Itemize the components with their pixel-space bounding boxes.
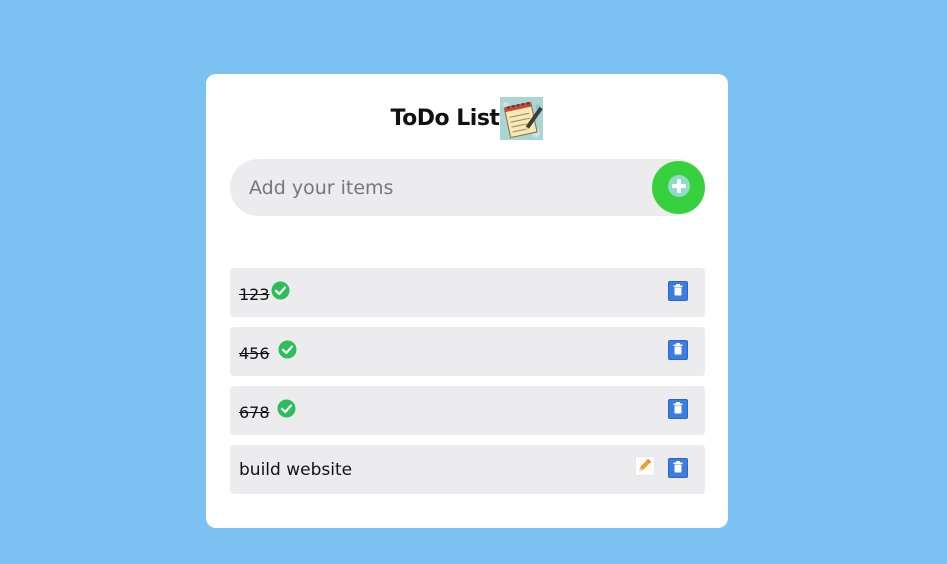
check-circle-icon xyxy=(271,281,290,300)
list-item: 678 xyxy=(230,386,705,435)
delete-item-button[interactable] xyxy=(668,340,688,360)
delete-item-button[interactable] xyxy=(668,281,688,301)
add-item-button[interactable] xyxy=(652,161,705,214)
delete-item-button[interactable] xyxy=(668,458,688,478)
item-text: build website xyxy=(239,460,353,480)
trash-icon xyxy=(673,401,683,417)
plus-circle-icon xyxy=(667,174,691,201)
delete-item-button[interactable] xyxy=(668,399,688,419)
edit-item-button[interactable] xyxy=(635,456,655,476)
add-item-input[interactable] xyxy=(230,159,650,216)
add-item-bar xyxy=(230,159,705,216)
check-circle-icon xyxy=(277,399,296,418)
pencil-icon xyxy=(638,458,652,475)
page-title: ToDo List xyxy=(390,105,500,131)
header: ToDo List xyxy=(206,96,728,140)
item-text: 123 xyxy=(239,285,270,304)
item-text: 456 xyxy=(239,344,270,363)
item-text: 678 xyxy=(239,403,270,422)
trash-icon xyxy=(673,460,683,476)
trash-icon xyxy=(673,342,683,358)
notepad-icon xyxy=(500,96,544,140)
trash-icon xyxy=(673,283,683,299)
todo-card: ToDo List Add your items 123 456 678 bui… xyxy=(206,74,728,528)
list-item: 456 xyxy=(230,327,705,376)
list-item: 123 xyxy=(230,268,705,317)
todo-list: 123 456 678 build website xyxy=(230,268,705,504)
check-circle-icon xyxy=(278,340,297,359)
list-item: build website xyxy=(230,445,705,494)
